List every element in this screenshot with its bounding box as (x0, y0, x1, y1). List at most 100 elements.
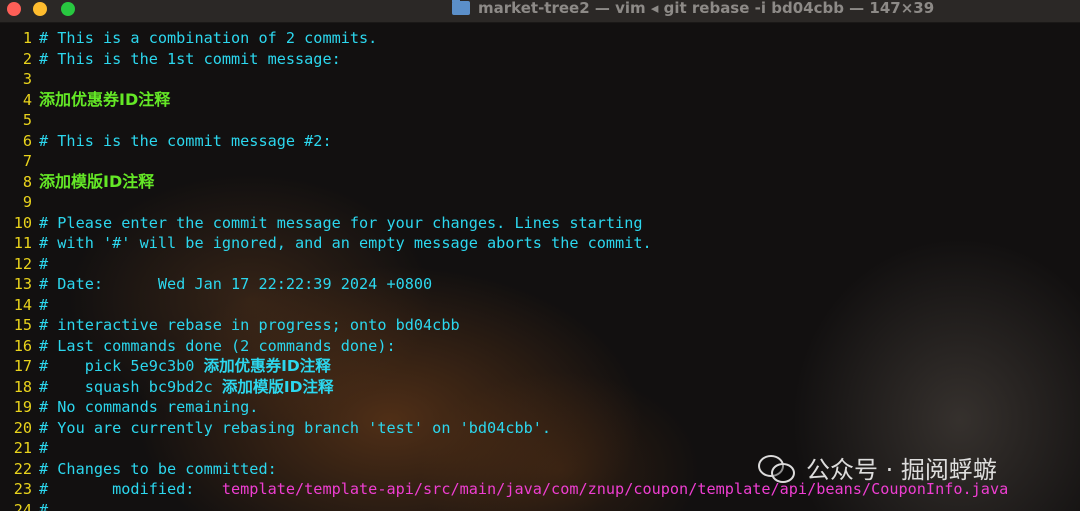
editor-line[interactable]: 6 # This is the commit message #2: (0, 131, 1080, 152)
line-text: # (39, 254, 49, 273)
line-number: 3 (22, 70, 32, 88)
editor-line[interactable]: 1 # This is a combination of 2 commits. (0, 28, 1080, 49)
close-window-button[interactable] (7, 2, 21, 16)
commit-subject: 添加优惠券ID注释 (203, 357, 331, 375)
line-number: 5 (22, 111, 32, 129)
editor-line[interactable]: 14 # (0, 295, 1080, 316)
editor-line[interactable]: 2 # This is the 1st commit message: (0, 49, 1080, 70)
line-content: # Please enter the commit message for yo… (32, 214, 642, 232)
line-number: 17 (13, 357, 32, 375)
zoom-window-button[interactable] (61, 2, 75, 16)
line-number: 6 (22, 131, 32, 150)
line-content: # Last commands done (2 commands done): (32, 337, 396, 355)
line-content: # interactive rebase in progress; onto b… (32, 316, 460, 334)
line-number: 22 (13, 459, 32, 478)
line-content: # No commands remaining. (32, 398, 258, 416)
line-content: # (32, 439, 48, 457)
editor-line[interactable]: 9 (0, 192, 1080, 213)
line-content (32, 152, 39, 170)
terminal-window: market-tree2 — vim ◂ git rebase -i bd04c… (0, 0, 1080, 511)
line-text: # Changes to be committed: (39, 459, 277, 478)
line-number: 18 (13, 377, 32, 396)
line-number: 23 (13, 480, 32, 498)
line-content: # This is a combination of 2 commits. (32, 29, 377, 47)
line-number: 7 (22, 152, 32, 170)
editor-line[interactable]: 4 添加优惠券ID注释 (0, 90, 1080, 111)
editor-line[interactable]: 5 (0, 110, 1080, 131)
line-text: 添加优惠券ID注释 (39, 89, 171, 109)
line-content (32, 111, 39, 129)
line-content: # Changes to be committed: (32, 460, 277, 478)
line-content: # You are currently rebasing branch 'tes… (32, 419, 551, 437)
vim-editor-buffer[interactable]: 1 # This is a combination of 2 commits. 2 #… (0, 28, 1080, 511)
line-text: # Date: Wed Jan 17 22:22:39 2024 +0800 (39, 275, 433, 293)
window-title-group: market-tree2 — vim ◂ git rebase -i bd04c… (452, 0, 935, 17)
editor-line[interactable]: 10 # Please enter the commit message for … (0, 213, 1080, 234)
editor-line[interactable]: 12 # (0, 254, 1080, 275)
line-number: 21 (13, 439, 32, 457)
line-text: # pick 5e9c3b0 (39, 357, 204, 375)
wechat-icon (758, 453, 796, 483)
line-content (32, 70, 39, 88)
line-content: 添加优惠券ID注释 (32, 90, 170, 109)
commit-subject: 添加模版ID注释 (221, 377, 334, 396)
line-content: # (32, 501, 48, 511)
line-text: 添加模版ID注释 (39, 171, 155, 191)
folder-icon (452, 0, 470, 15)
watermark: 公众号 · 掘阅蜉蝣 (758, 450, 997, 485)
line-text: # This is the commit message #2: (39, 131, 332, 150)
line-content: # pick 5e9c3b0 添加优惠券ID注释 (32, 357, 331, 375)
line-number: 9 (22, 193, 32, 211)
line-number: 19 (13, 398, 32, 416)
line-content: # This is the 1st commit message: (32, 50, 341, 68)
line-text: # This is the 1st commit message: (39, 49, 341, 68)
line-content (32, 193, 39, 211)
editor-line[interactable]: 11 # with '#' will be ignored, and an emp… (0, 233, 1080, 254)
watermark-text: 公众号 · 掘阅蜉蝣 (806, 456, 997, 484)
line-number: 11 (13, 234, 32, 252)
line-number: 24 (13, 500, 32, 511)
line-number: 20 (13, 418, 32, 437)
window-title: market-tree2 — vim ◂ git rebase -i bd04c… (478, 0, 935, 17)
line-content: # (32, 296, 48, 314)
line-content: 添加模版ID注释 (32, 172, 154, 191)
line-text: # No commands remaining. (39, 398, 259, 416)
line-text: # Please enter the commit message for yo… (39, 213, 643, 232)
title-bar: market-tree2 — vim ◂ git rebase -i bd04c… (0, 0, 1080, 23)
line-text: # modified: (39, 480, 222, 498)
line-number: 2 (22, 49, 32, 68)
line-text: # You are currently rebasing branch 'tes… (39, 418, 552, 437)
line-text: # (39, 500, 49, 511)
editor-line[interactable]: 8 添加模版ID注释 (0, 172, 1080, 193)
line-text: # with '#' will be ignored, and an empty… (39, 234, 652, 252)
line-content: # (32, 255, 48, 273)
line-number: 8 (22, 172, 32, 191)
line-content: # Date: Wed Jan 17 22:22:39 2024 +0800 (32, 275, 432, 293)
editor-line[interactable]: 16 # Last commands done (2 commands done)… (0, 336, 1080, 357)
line-text: # squash bc9bd2c (39, 377, 222, 396)
line-text: # (39, 439, 49, 457)
line-content: # with '#' will be ignored, and an empty… (32, 234, 652, 252)
line-number: 1 (22, 29, 32, 47)
editor-line[interactable]: 20 # You are currently rebasing branch 't… (0, 418, 1080, 439)
line-number: 13 (13, 275, 32, 293)
line-text: # interactive rebase in progress; onto b… (39, 316, 460, 334)
line-text: # Last commands done (2 commands done): (39, 336, 396, 355)
line-number: 4 (22, 90, 32, 109)
editor-line[interactable]: 24 # (0, 500, 1080, 511)
editor-line[interactable]: 15 # interactive rebase in progress; onto… (0, 315, 1080, 336)
line-text: # This is a combination of 2 commits. (39, 29, 378, 47)
editor-line[interactable]: 19 # No commands remaining. (0, 397, 1080, 418)
minimize-window-button[interactable] (33, 2, 47, 16)
line-number: 15 (13, 316, 32, 334)
editor-line[interactable]: 7 (0, 151, 1080, 172)
editor-line[interactable]: 3 (0, 69, 1080, 90)
editor-line[interactable]: 13 # Date: Wed Jan 17 22:22:39 2024 +0800 (0, 274, 1080, 295)
editor-line[interactable]: 18 # squash bc9bd2c 添加模版ID注释 (0, 377, 1080, 398)
line-content: # This is the commit message #2: (32, 132, 332, 150)
line-number: 16 (13, 336, 32, 355)
line-content: # squash bc9bd2c 添加模版ID注释 (32, 378, 334, 396)
line-text: # (39, 295, 49, 314)
editor-line[interactable]: 17 # pick 5e9c3b0 添加优惠券ID注释 (0, 356, 1080, 377)
line-number: 10 (13, 213, 32, 232)
